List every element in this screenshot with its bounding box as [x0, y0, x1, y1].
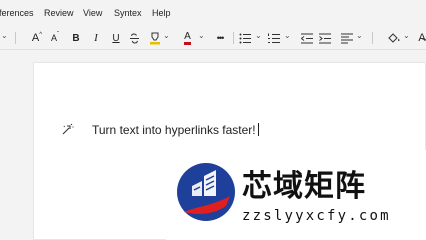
loop-component-icon[interactable]	[61, 123, 74, 136]
grow-font-button[interactable]: A ^	[30, 30, 44, 46]
align-button[interactable]	[340, 30, 354, 46]
numbered-list-button[interactable]	[267, 30, 281, 46]
font-color-dropdown-chevron-icon[interactable]: ⌄	[198, 31, 205, 40]
font-color-label: A	[184, 31, 191, 45]
strikethrough-icon	[129, 32, 139, 44]
highlight-button[interactable]	[148, 30, 161, 46]
bold-button[interactable]: B	[70, 30, 82, 46]
menu-review[interactable]: Review	[44, 8, 74, 18]
menu-references[interactable]: ferences	[0, 8, 34, 18]
menu-view[interactable]: View	[83, 8, 102, 18]
watermark-logo	[177, 163, 235, 221]
menu-syntex[interactable]: Syntex	[114, 8, 142, 18]
numbered-list-icon	[268, 33, 280, 43]
font-color-button[interactable]: A	[181, 30, 194, 46]
watermark-url: zzslyyxcfy.com	[242, 208, 391, 224]
formatting-toolbar: ⌄ A ^ Aˇ B I U ⌄ A ⌄ ••• ⌄ ⌄ ⌄ ⌄ A̶	[0, 26, 426, 50]
increase-indent-button[interactable]	[318, 30, 332, 46]
watermark-title: 芯域矩阵	[242, 169, 366, 204]
text-cursor	[257, 123, 259, 136]
bullet-list-icon	[239, 33, 251, 43]
menu-bar: ferences Review View Syntex Help	[0, 0, 426, 26]
bullet-list-button[interactable]	[238, 30, 252, 46]
toolbar-separator	[372, 32, 373, 44]
highlight-dropdown-chevron-icon[interactable]: ⌄	[163, 31, 170, 40]
toolbar-separator	[233, 32, 234, 44]
strikethrough-button[interactable]	[128, 30, 140, 46]
bullet-list-chevron-icon[interactable]: ⌄	[255, 31, 262, 40]
more-options-button[interactable]: •••	[212, 30, 228, 46]
numbered-list-chevron-icon[interactable]: ⌄	[284, 31, 291, 40]
increase-indent-icon	[319, 33, 331, 43]
underline-button[interactable]: U	[110, 30, 122, 46]
document-body-text[interactable]: Turn text into hyperlinks faster!	[92, 123, 259, 137]
italic-button[interactable]: I	[90, 30, 102, 46]
shrink-font-button[interactable]: Aˇ	[48, 30, 62, 46]
decrease-indent-icon	[301, 33, 313, 43]
decrease-indent-button[interactable]	[300, 30, 314, 46]
grow-font-label: A	[31, 32, 40, 44]
styles-chevron-icon[interactable]: ⌄	[403, 31, 410, 40]
font-size-dropdown-chevron-icon[interactable]: ⌄	[1, 31, 8, 40]
styles-button[interactable]	[386, 30, 400, 46]
clear-formatting-button[interactable]: A̶	[416, 30, 426, 46]
clear-formatting-icon: A̶	[418, 32, 426, 44]
align-chevron-icon[interactable]: ⌄	[356, 31, 363, 40]
toolbar-separator	[15, 32, 16, 44]
watermark-overlay: 芯域矩阵 zzslyyxcfy.com	[166, 150, 426, 240]
paint-bucket-icon	[387, 32, 399, 43]
align-left-icon	[341, 33, 353, 43]
paragraph-text: Turn text into hyperlinks faster!	[92, 123, 256, 137]
menu-help[interactable]: Help	[152, 8, 171, 18]
highlighter-icon	[149, 32, 160, 44]
